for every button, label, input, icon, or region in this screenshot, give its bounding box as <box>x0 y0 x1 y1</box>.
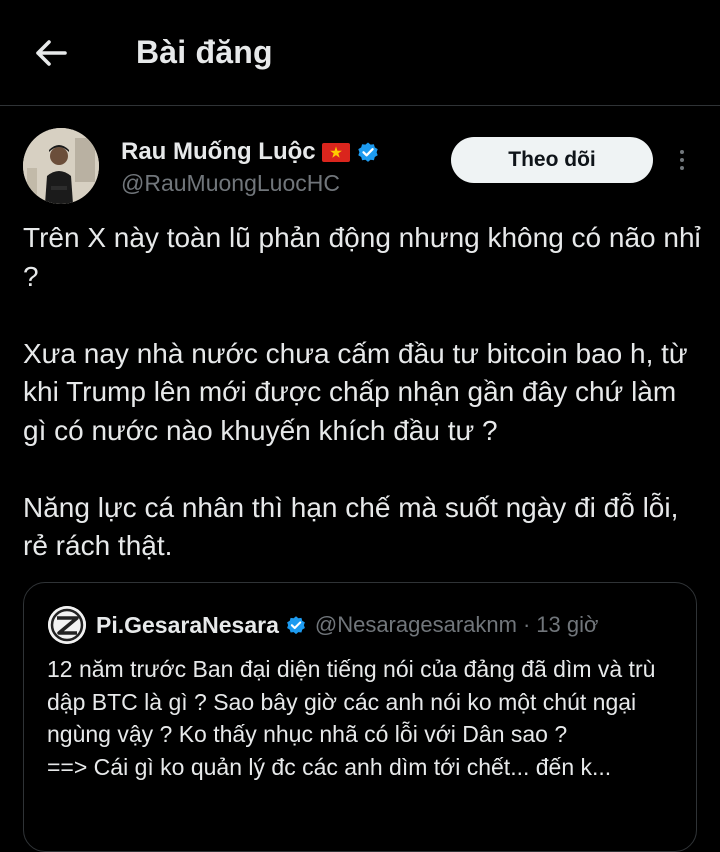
avatar-image <box>23 128 99 204</box>
page-title: Bài đăng <box>136 34 273 70</box>
more-dot-icon <box>680 166 684 170</box>
author-display-name[interactable]: Rau Muống Luộc <box>121 138 316 166</box>
tweet-paragraph: Xưa nay nhà nước chưa cấm đầu tư bitcoin… <box>23 337 688 446</box>
verified-badge-icon <box>357 142 378 162</box>
quoted-author-handle[interactable]: @Nesaragesaraknm <box>315 612 517 638</box>
author-avatar[interactable] <box>23 128 99 204</box>
separator-dot: · <box>522 612 531 637</box>
vietnam-flag-icon <box>321 142 350 162</box>
arrow-left-icon <box>36 40 67 66</box>
tweet-text: Trên X này toàn lũ phản động nhưng không… <box>23 219 703 566</box>
quoted-tweet-header: Pi.GesaraNesara @Nesaragesaraknm · 13 gi… <box>48 606 598 644</box>
quoted-tweet-time[interactable]: 13 giờ <box>536 612 598 638</box>
tweet-paragraph: Năng lực cá nhân thì hạn chế mà suốt ngà… <box>23 491 679 562</box>
quoted-tweet-line: ==> Cái gì ko quản lý đc các anh dìm tới… <box>47 753 612 780</box>
follow-button[interactable]: Theo dõi <box>451 137 653 183</box>
quoted-avatar-image <box>48 606 86 644</box>
quoted-tweet-line: 12 năm trước Ban đại diện tiếng nói của … <box>47 656 656 747</box>
quoted-author-name[interactable]: Pi.GesaraNesara <box>96 612 279 639</box>
more-dot-icon <box>680 158 684 162</box>
quoted-tweet-text: 12 năm trước Ban đại diện tiếng nói của … <box>47 653 677 783</box>
top-bar: Bài đăng <box>0 0 720 106</box>
verified-badge-icon <box>286 616 305 635</box>
back-button[interactable] <box>28 33 74 73</box>
tweet-paragraph: Trên X này toàn lũ phản động nhưng không… <box>23 222 701 292</box>
author-name-row[interactable]: Rau Muống Luộc <box>121 138 380 166</box>
more-options-button[interactable] <box>668 142 696 178</box>
more-dot-icon <box>680 150 684 154</box>
quoted-author-avatar[interactable] <box>48 606 86 644</box>
author-handle[interactable]: @RauMuongLuocHC <box>121 170 340 197</box>
quoted-tweet-card[interactable]: Pi.GesaraNesara @Nesaragesaraknm · 13 gi… <box>23 582 697 852</box>
